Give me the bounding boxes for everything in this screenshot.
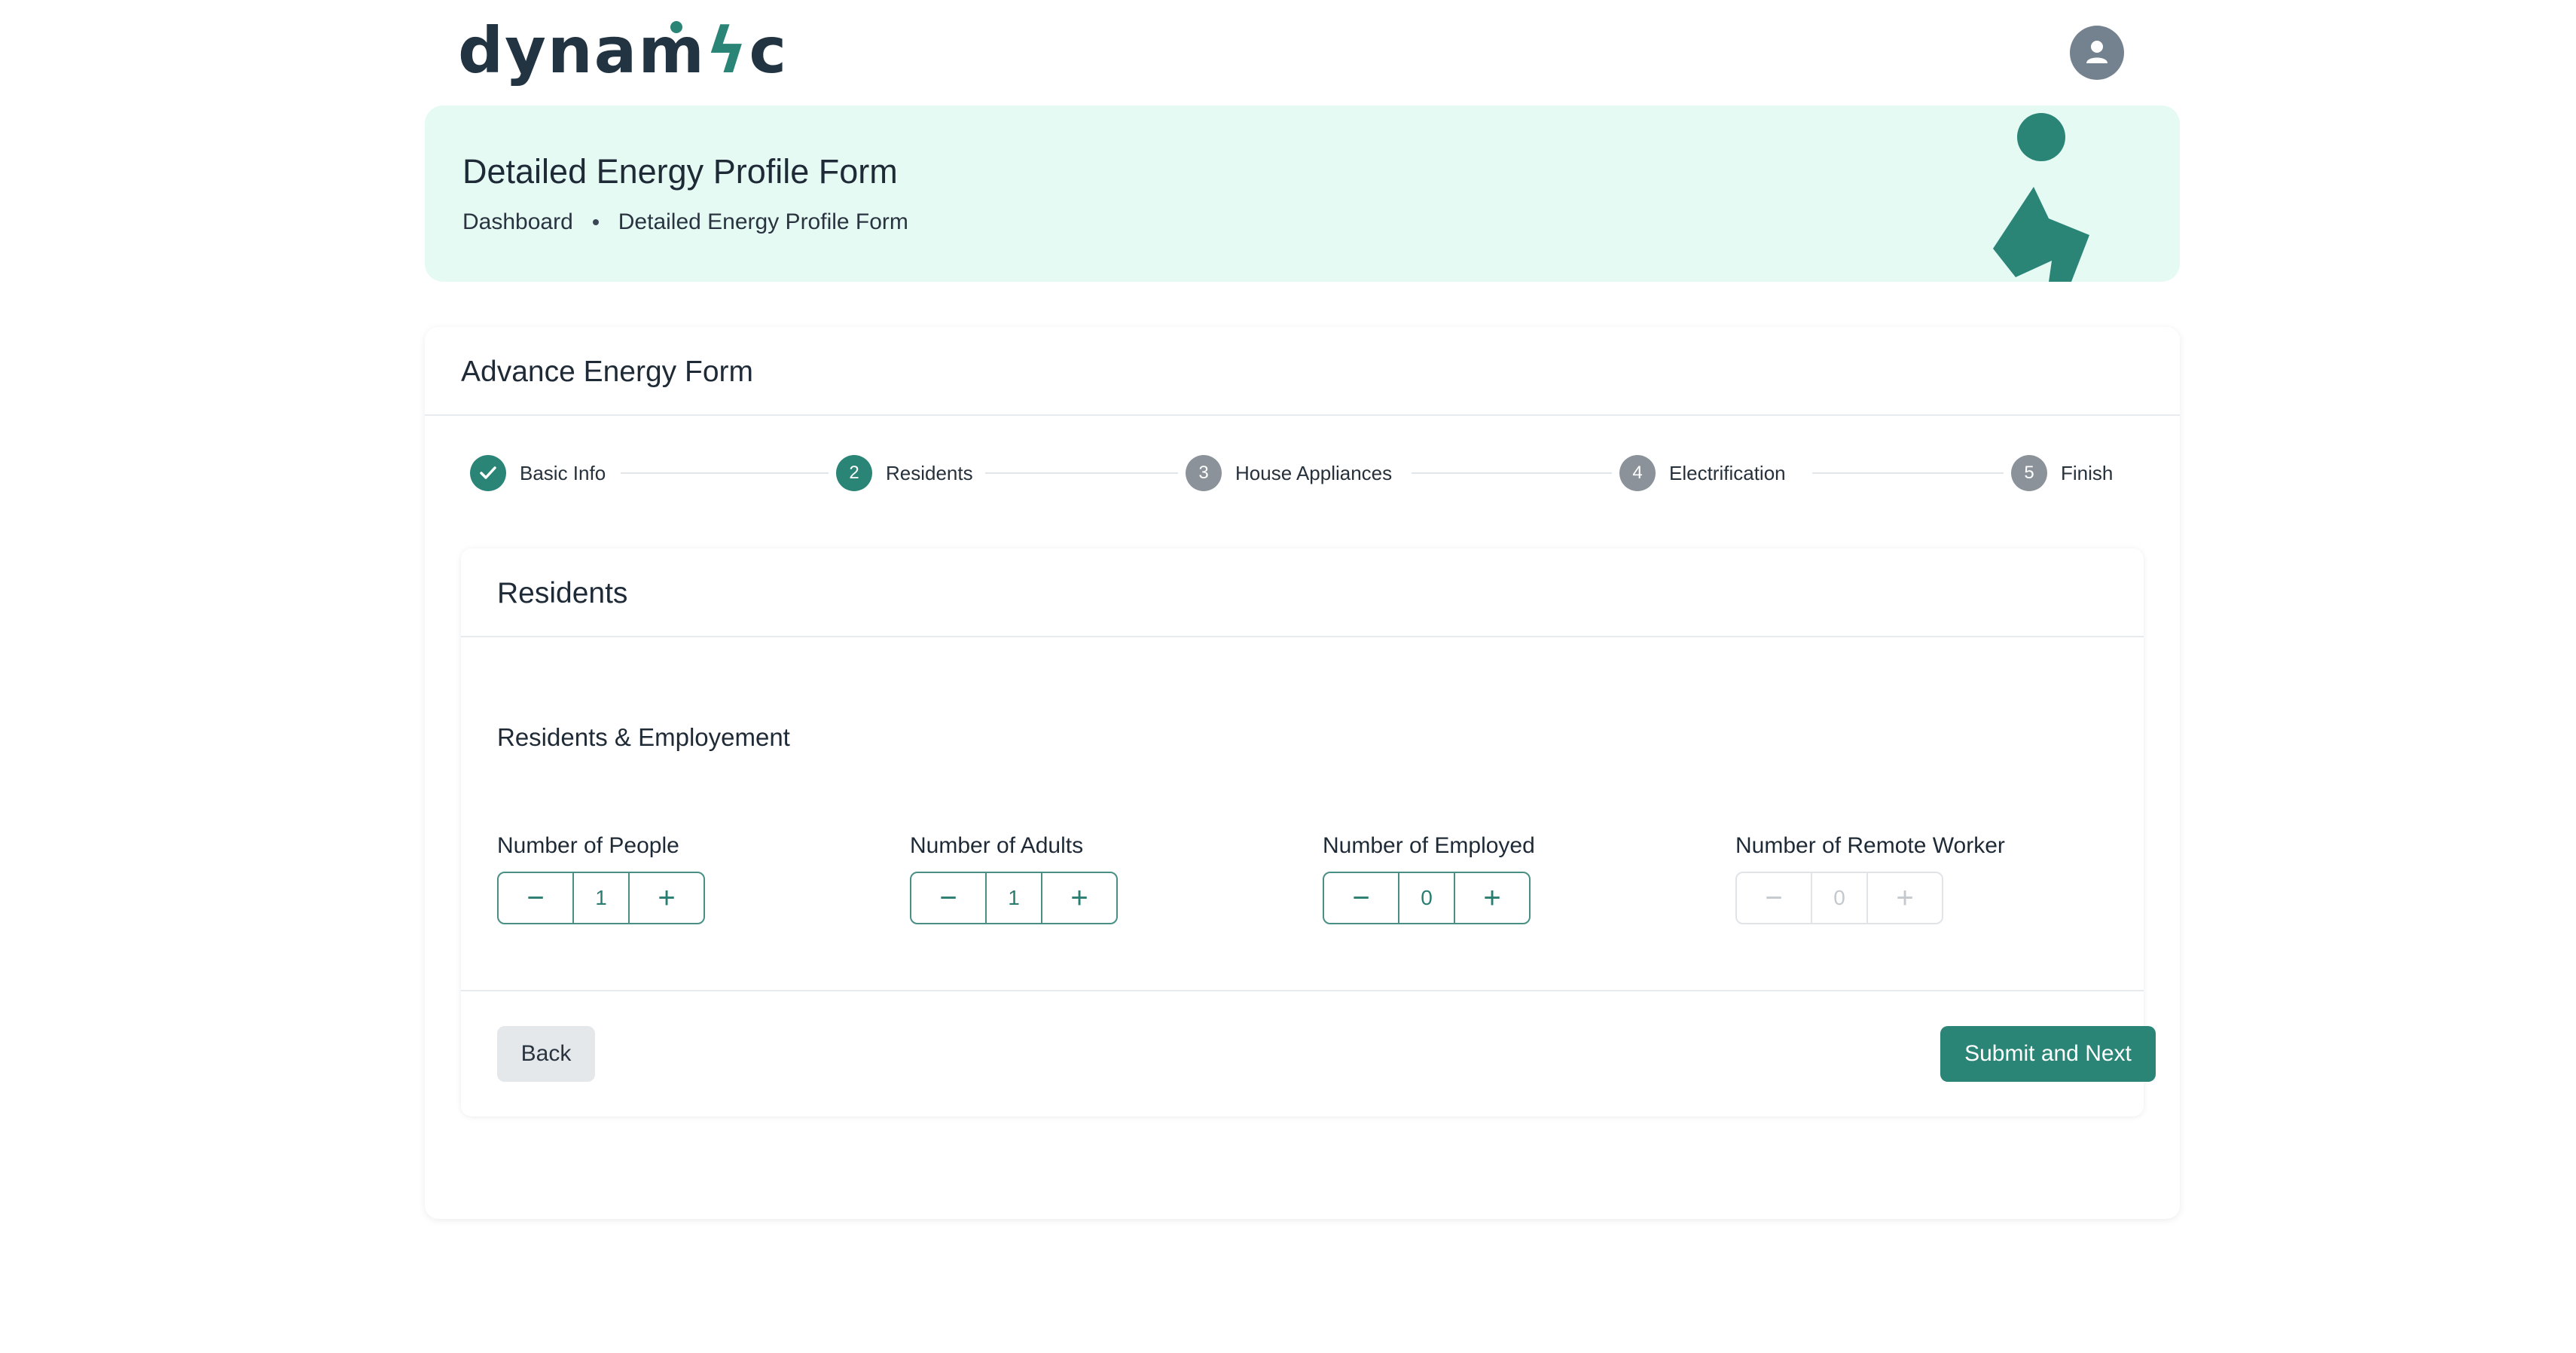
- field-label: Number of People: [497, 833, 679, 858]
- field-number-of-remote-worker: Number of Remote Worker − 0 +: [1735, 831, 2112, 924]
- card-title: Advance Energy Form: [461, 356, 754, 388]
- step-connector: [1812, 472, 2004, 474]
- field-label: Number of Remote Worker: [1735, 833, 2005, 858]
- step-label: Electrification: [1669, 461, 1786, 484]
- energy-person-illustration: [1993, 113, 2089, 282]
- section-title: Residents & Employement: [497, 723, 790, 751]
- logo-dot: [670, 21, 682, 33]
- minus-icon[interactable]: −: [499, 873, 572, 923]
- remote-worker-value: 0: [1811, 873, 1868, 923]
- user-icon: [2086, 41, 2107, 63]
- brand-logo[interactable]: dynamϟc: [458, 17, 788, 84]
- remote-worker-stepper: − 0 +: [1735, 872, 1943, 924]
- step-electrification[interactable]: 4 Electrification: [1619, 454, 1786, 493]
- people-stepper: − 1 +: [497, 872, 705, 924]
- step-house-appliances[interactable]: 3 House Appliances: [1186, 454, 1392, 493]
- step-number: 3: [1186, 455, 1222, 491]
- employed-stepper: − 0 +: [1323, 872, 1531, 924]
- adults-stepper: − 1 +: [910, 872, 1118, 924]
- submit-and-next-button[interactable]: Submit and Next: [1940, 1026, 2156, 1082]
- field-label: Number of Adults: [910, 833, 1084, 858]
- page-header-banner: Detailed Energy Profile Form Dashboard D…: [425, 105, 2180, 282]
- field-number-of-employed: Number of Employed − 0 +: [1323, 831, 1699, 924]
- plus-icon: +: [1896, 881, 1914, 915]
- field-number-of-people: Number of People − 1 +: [497, 831, 874, 924]
- step-label: House Appliances: [1235, 461, 1393, 484]
- step-number: 2: [836, 455, 872, 491]
- step-label: Finish: [2061, 461, 2114, 484]
- panel-header: Residents: [461, 548, 2144, 637]
- step-label: Residents: [886, 461, 973, 484]
- residents-panel: Residents Residents & Employement Number…: [461, 548, 2156, 1116]
- logo-text-end: c: [749, 14, 789, 87]
- minus-icon: −: [1765, 881, 1783, 915]
- minus-icon[interactable]: −: [1324, 873, 1398, 923]
- step-number: 4: [1619, 455, 1656, 491]
- logo-bolt-icon: ϟ: [705, 14, 749, 87]
- panel-title: Residents: [497, 577, 628, 609]
- page-title: Detailed Energy Profile Form: [462, 152, 898, 191]
- step-connector: [621, 472, 829, 474]
- plus-icon[interactable]: +: [1455, 873, 1529, 923]
- step-number: 5: [2011, 455, 2047, 491]
- user-avatar[interactable]: [2070, 26, 2124, 80]
- logo-text-start: dynam: [458, 14, 706, 87]
- people-value[interactable]: 1: [572, 873, 630, 923]
- breadcrumb-dashboard[interactable]: Dashboard: [462, 209, 573, 235]
- step-connector: [1412, 472, 1612, 474]
- form-stepper: Basic Info 2 Residents 3 House Appliance…: [470, 454, 2135, 493]
- panel-divider: [461, 990, 2144, 991]
- step-connector: [985, 472, 1178, 474]
- plus-icon[interactable]: +: [630, 873, 704, 923]
- back-button[interactable]: Back: [497, 1026, 595, 1082]
- breadcrumb-current: Detailed Energy Profile Form: [618, 209, 908, 234]
- adults-value[interactable]: 1: [985, 873, 1042, 923]
- checkmark-icon: [470, 455, 506, 491]
- step-residents[interactable]: 2 Residents: [836, 454, 973, 493]
- plus-icon[interactable]: +: [1042, 873, 1116, 923]
- step-basic-info[interactable]: Basic Info: [470, 454, 606, 493]
- step-finish[interactable]: 5 Finish: [2011, 454, 2113, 493]
- card-header: Advance Energy Form: [425, 327, 2180, 416]
- employed-value[interactable]: 0: [1398, 873, 1455, 923]
- step-label: Basic Info: [520, 461, 606, 484]
- field-label: Number of Employed: [1323, 833, 1535, 858]
- top-navbar: dynamϟc: [0, 0, 2576, 105]
- field-number-of-adults: Number of Adults − 1 +: [910, 831, 1286, 924]
- breadcrumb: Dashboard Detailed Energy Profile Form: [462, 209, 908, 235]
- breadcrumb-separator: [592, 219, 599, 225]
- minus-icon[interactable]: −: [911, 873, 985, 923]
- advance-energy-form-card: Advance Energy Form Basic Info 2 Residen…: [425, 327, 2180, 1219]
